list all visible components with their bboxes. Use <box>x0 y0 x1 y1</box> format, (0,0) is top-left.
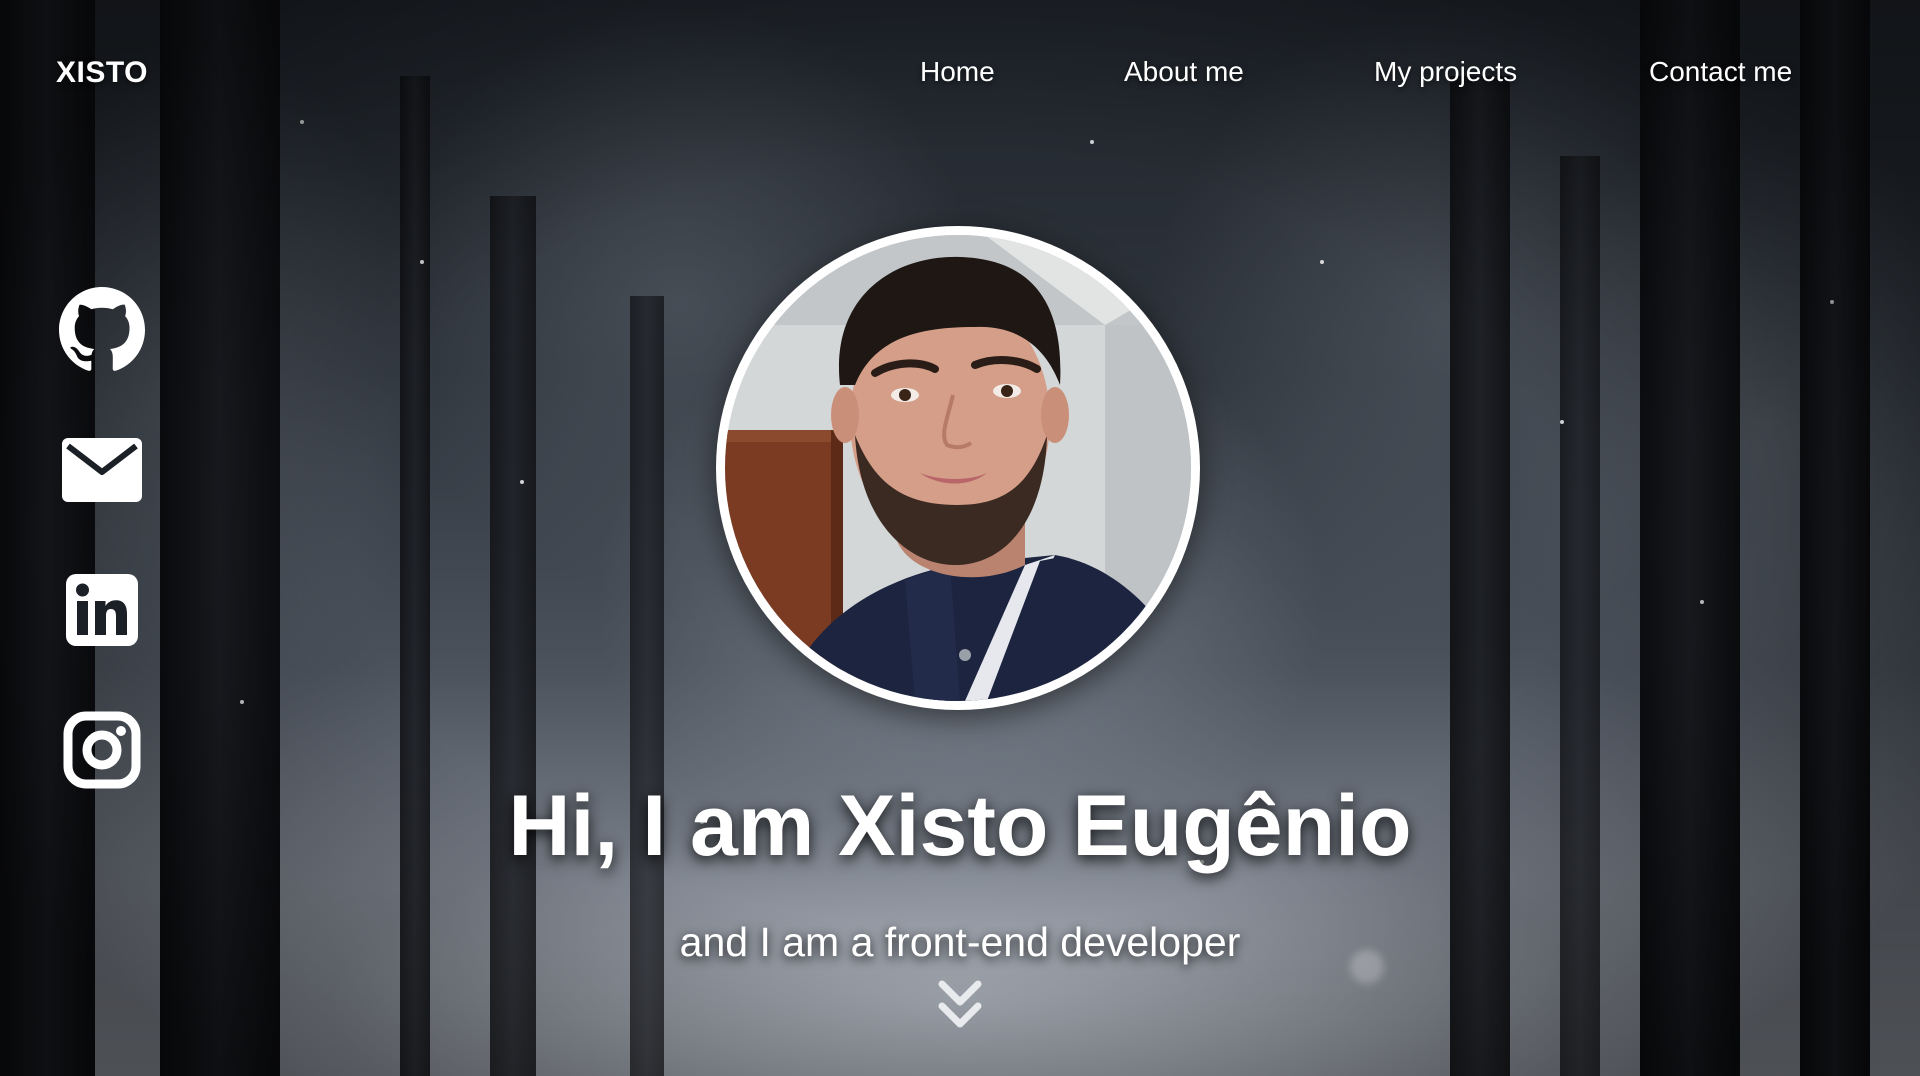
hero-title: Hi, I am Xisto Eugênio <box>508 778 1412 874</box>
nav-home[interactable]: Home <box>920 56 995 88</box>
page: XISTO Home About me My projects Contact … <box>0 0 1920 1076</box>
github-link[interactable] <box>58 286 146 374</box>
scroll-down-button[interactable] <box>930 976 990 1036</box>
site-logo[interactable]: XISTO <box>56 56 148 90</box>
linkedin-link[interactable] <box>58 566 146 654</box>
nav-about-me[interactable]: About me <box>1124 56 1244 88</box>
linkedin-icon <box>66 574 138 646</box>
profile-avatar <box>716 226 1200 710</box>
mail-icon <box>62 438 142 502</box>
profile-photo <box>725 235 1191 701</box>
email-link[interactable] <box>58 426 146 514</box>
nav-my-projects[interactable]: My projects <box>1374 56 1517 88</box>
main-nav: Home About me My projects Contact me <box>920 56 1920 96</box>
nav-contact-me[interactable]: Contact me <box>1649 56 1792 88</box>
hero-subtitle: and I am a front-end developer <box>679 919 1241 965</box>
github-icon <box>59 287 145 371</box>
double-chevron-down-icon <box>938 980 982 1028</box>
